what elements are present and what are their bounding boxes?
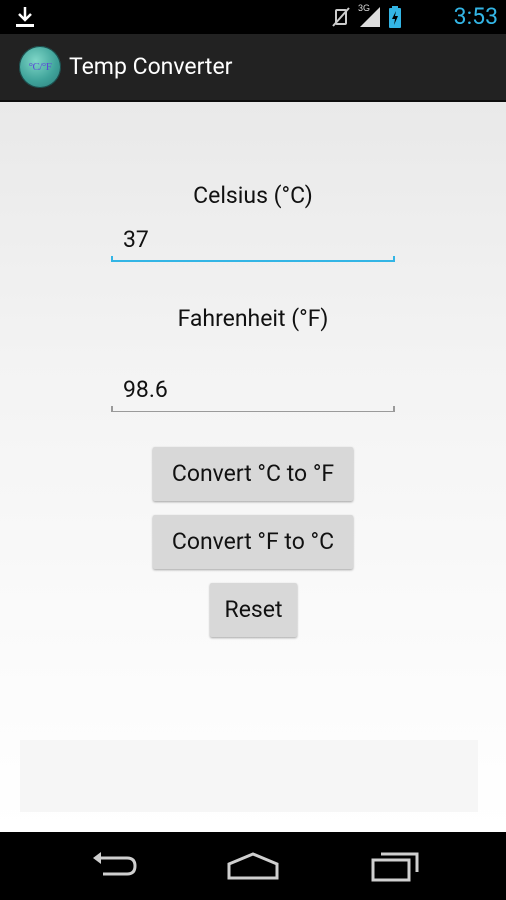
convert-f-to-c-button[interactable]: Convert °F to °C bbox=[153, 515, 353, 569]
status-icons: 3G bbox=[330, 3, 402, 28]
signal-icon bbox=[360, 7, 380, 27]
status-time: 3:53 bbox=[453, 3, 498, 30]
download-icon bbox=[16, 7, 34, 27]
fahrenheit-input-value: 98.6 bbox=[123, 376, 168, 403]
status-bar: 3G 3:53 bbox=[0, 0, 506, 34]
fahrenheit-input[interactable]: 98.6 bbox=[111, 372, 395, 412]
fahrenheit-input-underline bbox=[111, 406, 395, 412]
app-title: Temp Converter bbox=[69, 53, 233, 80]
recent-apps-icon[interactable] bbox=[367, 846, 423, 886]
battery-charging-icon bbox=[389, 6, 401, 28]
celsius-input-value: 37 bbox=[123, 226, 149, 253]
ad-banner-area[interactable] bbox=[20, 740, 478, 812]
navigation-bar bbox=[0, 832, 506, 900]
main-content: Celsius (°C) 37 Fahrenheit (°F) 98.6 Con… bbox=[0, 102, 506, 832]
reset-button[interactable]: Reset bbox=[210, 583, 297, 637]
celsius-input-underline bbox=[111, 256, 395, 262]
convert-c-to-f-button[interactable]: Convert °C to °F bbox=[153, 447, 353, 501]
fahrenheit-label: Fahrenheit (°F) bbox=[177, 305, 329, 332]
home-icon[interactable] bbox=[225, 846, 281, 886]
celsius-label: Celsius (°C) bbox=[193, 182, 313, 209]
vibrate-muted-icon bbox=[332, 7, 350, 27]
app-logo-text: °C/°F bbox=[28, 61, 52, 73]
celsius-input[interactable]: 37 bbox=[111, 222, 395, 262]
app-logo-icon[interactable]: °C/°F bbox=[19, 46, 61, 88]
back-icon[interactable] bbox=[85, 846, 141, 886]
action-bar: °C/°F Temp Converter bbox=[0, 34, 506, 102]
